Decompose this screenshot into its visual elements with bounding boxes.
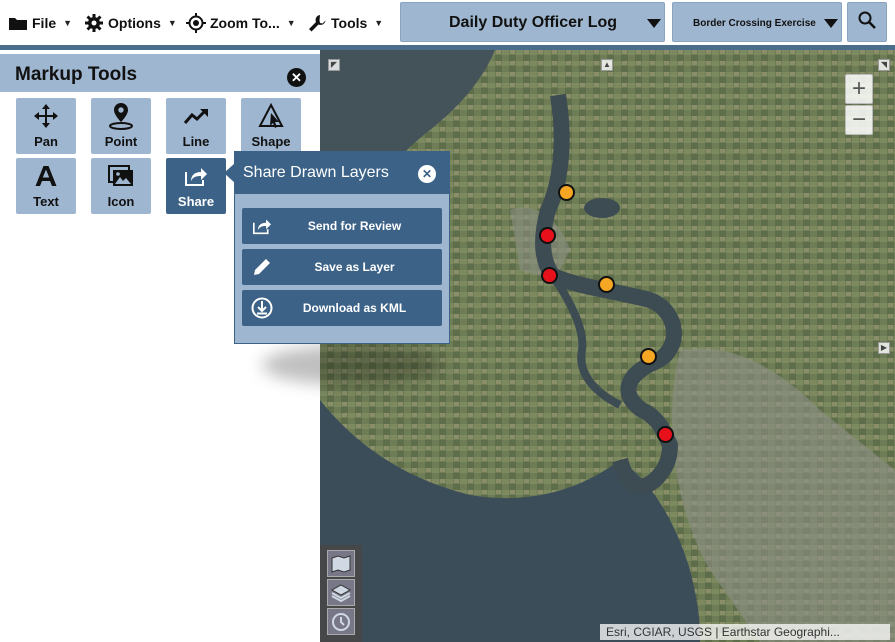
share-icon — [251, 215, 273, 237]
tool-pan-button[interactable]: Pan — [16, 98, 76, 154]
gear-icon — [84, 13, 104, 33]
exercise-label: Border Crossing Exercise — [693, 18, 816, 29]
save-as-layer-button[interactable]: Save as Layer — [242, 249, 442, 285]
log-selector[interactable]: Daily Duty Officer Log — [400, 2, 665, 42]
pan-north-icon[interactable]: ▲ — [601, 59, 613, 71]
zoom-to-menu-label: Zoom To... — [210, 15, 280, 31]
file-menu[interactable]: File ▼ — [8, 10, 72, 36]
layers-icon[interactable] — [327, 579, 355, 606]
chevron-down-icon: ▼ — [286, 18, 296, 28]
chevron-down-icon: ▼ — [63, 18, 73, 28]
download-as-kml-label: Download as KML — [302, 301, 407, 315]
map-marker-warning[interactable] — [640, 348, 657, 365]
zoom-in-button[interactable]: + — [845, 74, 873, 104]
close-icon[interactable]: ✕ — [418, 165, 436, 183]
tool-line-button[interactable]: Line — [166, 98, 226, 154]
chevron-down-icon: ▼ — [374, 18, 384, 28]
tool-shape-label: Shape — [251, 134, 291, 149]
options-menu-label: Options — [108, 15, 161, 31]
dropdown-arrow-icon — [824, 19, 838, 28]
panel-title: Markup Tools — [15, 64, 138, 85]
close-icon[interactable]: ✕ — [287, 68, 306, 87]
basemap-toggle-icon[interactable] — [327, 550, 355, 577]
wrench-icon — [307, 13, 327, 33]
map-attribution: Esri, CGIAR, USGS | Earthstar Geographi.… — [600, 624, 890, 640]
map-marker-alert[interactable] — [541, 267, 558, 284]
satellite-map[interactable]: + − ◤ ▲ ◥ ▶ Esri, CGIAR, USGS | Earthsta… — [320, 50, 895, 642]
tool-point-label: Point — [104, 134, 138, 149]
send-for-review-button[interactable]: Send for Review — [242, 208, 442, 244]
zoom-to-menu[interactable]: Zoom To... ▼ — [186, 10, 296, 36]
send-for-review-label: Send for Review — [307, 219, 402, 233]
pan-northeast-icon[interactable]: ◥ — [878, 59, 890, 71]
popup-header: Share Drawn Layers ✕ — [235, 152, 449, 194]
map-widget-bar — [320, 545, 362, 642]
options-menu[interactable]: Options ▼ — [84, 10, 177, 36]
popup-shadow — [262, 345, 442, 385]
pencil-icon — [251, 256, 273, 278]
tools-menu-label: Tools — [331, 15, 368, 31]
folder-icon — [8, 13, 28, 33]
map-marker-warning[interactable] — [598, 276, 615, 293]
tool-share-button[interactable]: Share — [166, 158, 226, 214]
file-menu-label: File — [32, 15, 57, 31]
history-clock-icon[interactable] — [327, 608, 355, 635]
map-marker-alert[interactable] — [657, 426, 674, 443]
text-icon — [16, 163, 76, 189]
log-title: Daily Duty Officer Log — [449, 14, 618, 31]
tools-menu[interactable]: Tools ▼ — [307, 10, 383, 36]
top-toolbar: File ▼ Options ▼ Zoom To... ▼ Tools ▼ Da… — [0, 0, 895, 46]
map-marker-warning[interactable] — [558, 184, 575, 201]
search-icon — [857, 10, 877, 35]
move-icon — [16, 103, 76, 129]
chevron-down-icon: ▼ — [167, 18, 177, 28]
triangle-shape-icon — [241, 103, 301, 129]
download-as-kml-button[interactable]: Download as KML — [242, 290, 442, 326]
pan-east-icon[interactable]: ▶ — [878, 342, 890, 354]
trend-line-icon — [166, 103, 226, 129]
markup-tools-panel: Markup Tools ✕ Pan Point Line Shape Text — [0, 50, 320, 642]
search-button[interactable] — [847, 2, 887, 42]
tool-pan-label: Pan — [34, 134, 58, 149]
crosshair-icon — [186, 13, 206, 33]
tool-point-button[interactable]: Point — [91, 98, 151, 154]
save-as-layer-label: Save as Layer — [314, 260, 395, 274]
tool-text-button[interactable]: Text — [16, 158, 76, 214]
tool-text-label: Text — [33, 194, 59, 209]
tool-icon-label: Icon — [107, 194, 135, 209]
share-drawn-layers-popup: Share Drawn Layers ✕ Send for Review Sav… — [234, 151, 450, 344]
tool-line-label: Line — [182, 134, 210, 149]
pan-northwest-icon[interactable]: ◤ — [328, 59, 340, 71]
map-marker-alert[interactable] — [539, 227, 556, 244]
dropdown-arrow-icon — [647, 19, 661, 28]
zoom-out-button[interactable]: − — [845, 105, 873, 135]
exercise-selector[interactable]: Border Crossing Exercise — [672, 2, 842, 42]
popup-title: Share Drawn Layers — [243, 164, 389, 181]
panel-header: Markup Tools ✕ — [0, 54, 320, 92]
map-pin-icon — [91, 103, 151, 130]
map-imagery — [320, 50, 895, 642]
share-icon — [166, 163, 226, 189]
tool-shape-button[interactable]: Shape — [241, 98, 301, 154]
tool-icon-button[interactable]: Icon — [91, 158, 151, 214]
tool-share-label: Share — [177, 194, 215, 209]
image-icon — [91, 163, 151, 189]
download-icon — [251, 297, 273, 319]
